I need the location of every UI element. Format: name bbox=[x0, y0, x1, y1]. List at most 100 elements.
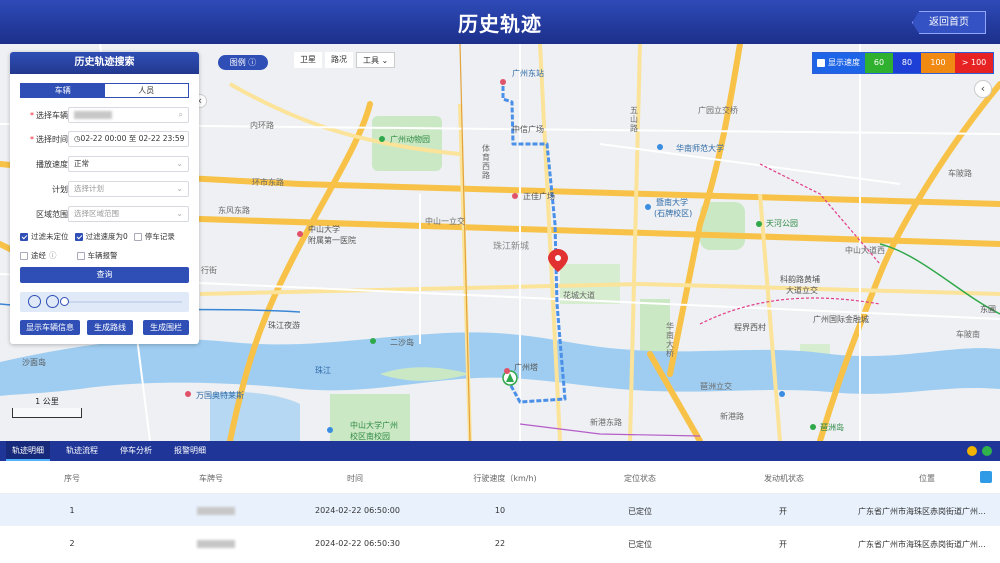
time-range-value: 02-22 00:00 至 02-22 23:59 bbox=[80, 134, 185, 143]
plan-select[interactable]: 选择计划 ⌄ bbox=[68, 181, 189, 197]
playback-track[interactable] bbox=[66, 301, 182, 303]
show-speed-toggle[interactable]: 显示速度 bbox=[813, 53, 865, 73]
vehicle-alarm-check[interactable]: 车辆报警 bbox=[76, 250, 118, 261]
map-label: 琶洲立交 bbox=[700, 382, 732, 391]
map-label: 体育西路 bbox=[482, 144, 490, 180]
checkbox-icon bbox=[76, 251, 85, 260]
cell-time: 2024-02-22 06:50:30 bbox=[315, 539, 400, 548]
cell-plate-redacted bbox=[196, 539, 236, 548]
minimize-icon[interactable] bbox=[967, 446, 977, 456]
search-icon: ⌕ bbox=[178, 110, 183, 119]
map-label: 大道立交 bbox=[786, 286, 818, 295]
col-address: 位置 bbox=[919, 474, 935, 483]
header-bar: 历史轨迹 返回首页 bbox=[0, 0, 1000, 44]
chevron-down-icon: ⌄ bbox=[176, 184, 183, 193]
filter-checks-row2: 途经 ⓘ 车辆报警 bbox=[20, 250, 118, 261]
cell-no: 2 bbox=[69, 539, 75, 548]
map-label: 珠江夜游 bbox=[268, 321, 300, 330]
checkbox-icon bbox=[20, 251, 28, 260]
scale-label: 1 公里 bbox=[35, 397, 59, 406]
tab-parking-analysis[interactable]: 停车分析 bbox=[114, 441, 158, 461]
time-range-input[interactable]: ◷02-22 00:00 至 02-22 23:59 bbox=[68, 131, 189, 147]
play-speed-value: 正常 bbox=[74, 159, 89, 168]
app-root: 历史轨迹 返回首页 广州东站 中信广场 广州动物园 体育西路 正佳广场 暨南大学… bbox=[0, 0, 1000, 563]
play-speed-select[interactable]: 正常 ⌄ bbox=[68, 156, 189, 172]
play-icon[interactable] bbox=[28, 295, 41, 308]
detail-tabs: 轨迹明细 轨迹流程 停车分析 报警明细 bbox=[0, 441, 1000, 461]
tab-track-detail[interactable]: 轨迹明细 bbox=[6, 441, 50, 461]
map-label: 车陂南 bbox=[956, 330, 980, 339]
satellite-toggle[interactable]: 卫星 bbox=[294, 52, 322, 68]
generate-fence-button[interactable]: 生成围栏 bbox=[143, 320, 189, 335]
back-home-button[interactable]: 返回首页 bbox=[912, 11, 986, 34]
column-settings-icon[interactable] bbox=[980, 471, 992, 483]
map-label: 中信广场 bbox=[512, 125, 544, 134]
map-label: 东风东路 bbox=[218, 206, 250, 215]
area-select[interactable]: 选择区域范围 ⌄ bbox=[68, 206, 189, 222]
cell-engine: 开 bbox=[779, 507, 787, 516]
plan-label: 计划 bbox=[52, 185, 68, 194]
cell-address: 广东省广州市海珠区赤岗街道广州... bbox=[858, 540, 986, 549]
chevron-down-icon: ⌄ bbox=[176, 159, 183, 168]
cell-address: 广东省广州市海珠区赤岗街道广州... bbox=[858, 507, 986, 516]
playback-knob[interactable] bbox=[60, 297, 69, 306]
map-label: 附属第一医院 bbox=[308, 236, 356, 245]
filter-unlocated-check[interactable]: 过滤未定位 bbox=[20, 231, 69, 242]
playback-bar bbox=[20, 292, 189, 312]
map-label: 环市东路 bbox=[252, 178, 284, 187]
col-no: 序号 bbox=[64, 474, 80, 483]
speed-swatch-over-100: > 100 bbox=[955, 53, 993, 73]
cell-speed: 10 bbox=[494, 506, 506, 515]
query-button[interactable]: 查询 bbox=[20, 267, 189, 283]
map-label: 花城大道 bbox=[563, 291, 595, 300]
traffic-toggle[interactable]: 路况 bbox=[325, 52, 353, 68]
filter-zero-speed-check[interactable]: 过滤速度为0 bbox=[74, 231, 128, 242]
replay-icon[interactable] bbox=[46, 295, 59, 308]
checkbox-icon bbox=[20, 232, 28, 241]
map-label: 正佳广场 bbox=[523, 192, 555, 201]
cell-plate-redacted bbox=[196, 506, 236, 515]
table-row[interactable]: 2 2024-02-22 06:50:30 22 已定位 开 广东省广州市海珠区… bbox=[0, 527, 1000, 559]
vehicle-select[interactable]: ⌕ bbox=[68, 107, 189, 123]
cell-engine: 开 bbox=[779, 540, 787, 549]
map-label: 广园立交桥 bbox=[698, 106, 738, 115]
parking-record-check[interactable]: 停车记录 bbox=[133, 231, 175, 242]
speed-swatch-60: 60 bbox=[865, 53, 893, 73]
map-label: 五山路 bbox=[630, 106, 638, 133]
map-label: 广州东站 bbox=[512, 69, 544, 78]
tab-track-flow[interactable]: 轨迹流程 bbox=[60, 441, 104, 461]
map-label: 程界西村 bbox=[734, 323, 766, 332]
cell-no: 1 bbox=[69, 506, 75, 515]
tools-dropdown[interactable]: 工具 ⌄ bbox=[356, 52, 396, 68]
checkbox-icon bbox=[817, 59, 825, 67]
map-label: 万国奥特莱斯 bbox=[196, 391, 244, 400]
waypoint-check[interactable]: 途经 ⓘ bbox=[20, 250, 57, 261]
collapse-right-icon[interactable]: ‹ bbox=[974, 80, 992, 98]
cell-speed: 22 bbox=[494, 539, 506, 548]
cell-loc-status: 已定位 bbox=[628, 507, 652, 516]
map-label: 琶洲岛 bbox=[820, 423, 844, 432]
map-label: 中山大学广州 bbox=[350, 421, 398, 430]
legend-button[interactable]: 图例 ⓘ bbox=[218, 55, 268, 70]
map-label: 校区南校园 bbox=[350, 432, 390, 441]
map-label: 行街 bbox=[201, 266, 217, 275]
map-label: 珠江 bbox=[315, 366, 331, 375]
map-label: 车陂路 bbox=[948, 169, 972, 178]
tab-alarm-detail[interactable]: 报警明细 bbox=[168, 441, 212, 461]
map-label: 广州动物园 bbox=[390, 135, 430, 144]
map-label: 沙面岛 bbox=[22, 358, 46, 367]
tab-person[interactable]: 人员 bbox=[105, 84, 189, 97]
table-row[interactable]: 1 2024-02-22 06:50:00 10 已定位 开 广东省广州市海珠区… bbox=[0, 494, 1000, 526]
tab-vehicle[interactable]: 车辆 bbox=[21, 84, 105, 97]
map-label: 科韵路黄埔 bbox=[780, 275, 820, 284]
generate-route-button[interactable]: 生成路线 bbox=[87, 320, 133, 335]
map-label: 华南大桥 bbox=[666, 322, 674, 358]
maximize-icon[interactable] bbox=[982, 446, 992, 456]
col-plate: 车牌号 bbox=[199, 474, 223, 483]
time-label: * 选择时间 bbox=[30, 135, 68, 144]
area-placeholder: 选择区域范围 bbox=[74, 209, 119, 218]
map-label: 暨南大学 bbox=[656, 198, 688, 207]
col-time: 时间 bbox=[347, 474, 363, 483]
show-vehicle-info-button[interactable]: 显示车辆信息 bbox=[20, 320, 80, 335]
map-label: 天河公园 bbox=[766, 219, 798, 228]
